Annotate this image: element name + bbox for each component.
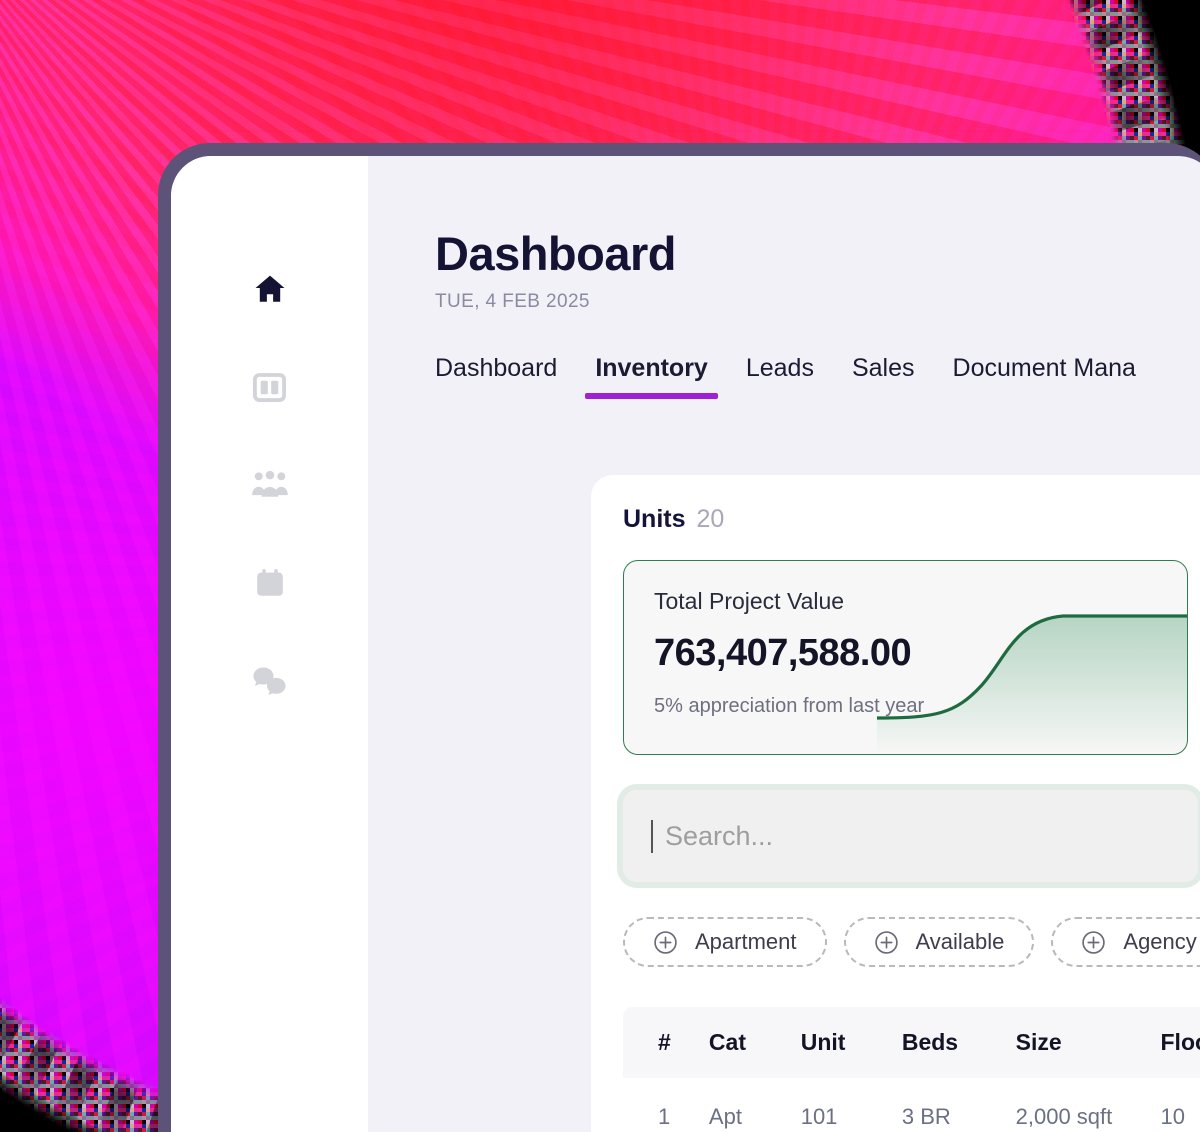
device-frame: Dashboard TUE, 4 FEB 2025 Dashboard Inve… [158,143,1200,1132]
page-date: TUE, 4 FEB 2025 [435,291,590,313]
card-value: 763,407,588.00 [654,632,912,674]
tab-document-management[interactable]: Document Mana [953,354,1136,399]
main-content: Dashboard TUE, 4 FEB 2025 Dashboard Inve… [368,156,1200,1132]
column-header-floor[interactable]: Floor [1160,1007,1200,1078]
calendar-icon [254,567,286,599]
column-header-unit[interactable]: Unit [800,1007,902,1078]
column-header-beds[interactable]: Beds [901,1007,1016,1078]
table-header: # Cat Unit Beds Size Floor [623,1007,1200,1078]
filter-chip-label: Available [915,929,1005,954]
search-placeholder: Search... [665,820,774,851]
sidebar-item-home[interactable] [250,269,290,309]
plus-circle-icon [874,930,899,955]
sidebar-item-people[interactable] [250,465,290,505]
filter-chip-label: Agency [1123,929,1197,954]
chat-bubbles-icon [251,665,289,697]
sidebar-nav [171,156,368,1132]
cell-beds: 3 BR [901,1078,1016,1132]
plus-circle-icon [653,930,678,955]
filter-chip-apartment[interactable]: Apartment [623,917,827,967]
table-header-row: # Cat Unit Beds Size Floor [623,1007,1200,1078]
tab-leads[interactable]: Leads [746,354,814,399]
table-body: 1 Apt 101 3 BR 2,000 sqft 10 2 V 102 [623,1078,1200,1132]
filter-chip-label: Apartment [695,929,797,954]
plus-circle-icon [1081,930,1106,955]
tab-sales[interactable]: Sales [852,354,915,399]
sidebar-item-layout[interactable] [250,367,290,407]
total-project-value-card[interactable]: Total Project Value 763,407,588.00 5% ap… [623,560,1188,755]
search-area: Search... [617,784,1200,888]
sidebar-item-messages[interactable] [250,661,290,701]
cell-size: 2,000 sqft [1015,1078,1161,1132]
units-label: Units [623,505,686,533]
inventory-table: # Cat Unit Beds Size Floor 1 Apt [623,1007,1200,1132]
filter-chip-agency[interactable]: Agency [1051,917,1200,967]
page-header: Dashboard TUE, 4 FEB 2025 [368,156,1200,313]
cell-unit: 101 [800,1078,902,1132]
stat-col-units: Units 20 Total Project Value 763,407,588… [623,505,1188,755]
tab-bar: Dashboard Inventory Leads Sales Document… [368,313,1200,400]
filter-chip-available[interactable]: Available [843,917,1035,967]
cell-number: 1 [623,1078,709,1132]
cell-floor: 10 [1160,1078,1200,1132]
card-subtext: 5% appreciation from last year [654,695,925,717]
cell-cat: Apt [708,1078,801,1132]
column-header-number[interactable]: # [623,1007,709,1078]
units-summary: Units 20 [623,505,1188,534]
column-header-cat[interactable]: Cat [708,1007,801,1078]
text-caret [651,819,653,853]
page-title: Dashboard [435,227,677,280]
tab-inventory[interactable]: Inventory [585,354,718,400]
people-group-icon [251,470,289,500]
inventory-panel: Units 20 Total Project Value 763,407,588… [591,475,1200,1132]
tab-dashboard[interactable]: Dashboard [435,354,557,399]
card-title: Total Project Value [654,588,845,614]
stat-card-row: Units 20 Total Project Value 763,407,588… [623,505,1200,755]
sidebar-item-calendar[interactable] [250,563,290,603]
units-count: 20 [696,505,725,533]
column-header-size[interactable]: Size [1015,1007,1161,1078]
table-row[interactable]: 1 Apt 101 3 BR 2,000 sqft 10 [623,1078,1200,1132]
search-input[interactable]: Search... [617,784,1200,888]
filter-chip-row: Apartment Available Agency [623,917,1200,967]
device-screen: Dashboard TUE, 4 FEB 2025 Dashboard Inve… [171,156,1200,1132]
home-icon [252,272,288,306]
layout-panels-icon [253,372,286,402]
screenshot-stage: Dashboard TUE, 4 FEB 2025 Dashboard Inve… [0,0,1200,1132]
